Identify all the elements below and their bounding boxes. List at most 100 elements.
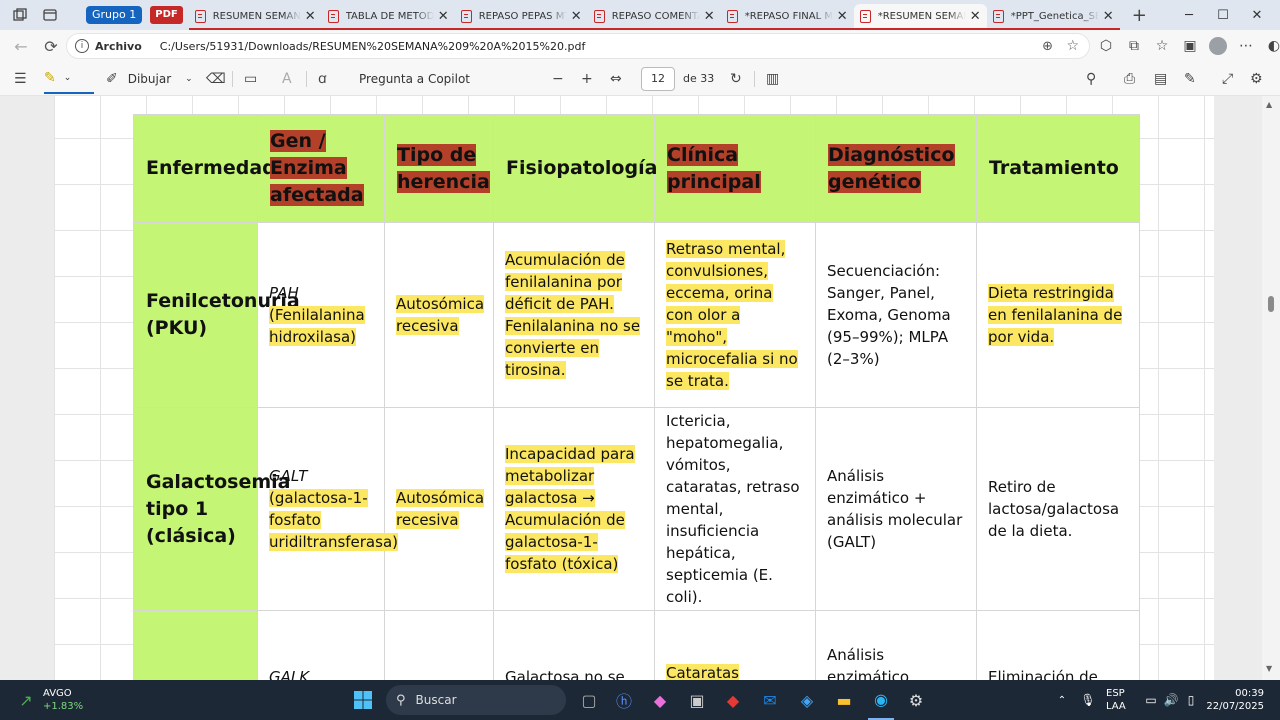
new-tab-button[interactable]: + bbox=[1132, 5, 1147, 26]
table-header-row: Enfermedad Gen / Enzima afectada Tipo de… bbox=[133, 114, 1140, 223]
text-format-icon[interactable]: A bbox=[282, 62, 292, 96]
highlight-tool[interactable]: ✎ ⌄ bbox=[44, 64, 94, 94]
ask-copilot-button[interactable]: Pregunta a Copilot bbox=[359, 62, 470, 96]
collections-icon[interactable]: ▣ bbox=[1176, 32, 1204, 60]
tab-label: REPASO COMENTADO bbox=[611, 10, 700, 22]
zoom-in-icon[interactable]: + bbox=[581, 62, 593, 96]
profile-avatar[interactable] bbox=[1204, 32, 1232, 60]
clock[interactable]: 00:39 22/07/2025 bbox=[1200, 687, 1264, 713]
close-tab-icon[interactable]: ✕ bbox=[704, 9, 715, 24]
scroll-down-arrow-icon[interactable]: ▼ bbox=[1266, 664, 1272, 673]
inheritance-cell bbox=[384, 610, 494, 691]
taskbar: ↗ AVGO +1.83% ⚲ Buscar ▢ ⓗ ◆ ▣ ◆ ✉ ◈ ▬ ◉… bbox=[0, 680, 1280, 720]
browser-tab[interactable]: REPASO PEPAS MT ✕ bbox=[454, 4, 588, 30]
network-icon[interactable]: ▭ bbox=[1142, 680, 1160, 720]
favorite-star-icon[interactable]: ☆ bbox=[1066, 38, 1079, 54]
search-icon[interactable]: ⚲ bbox=[1086, 62, 1096, 96]
close-tab-icon[interactable]: ✕ bbox=[305, 9, 316, 24]
stock-change: +1.83% bbox=[43, 701, 84, 712]
clinical-cell: Retraso mental, convulsiones, eccema, or… bbox=[654, 222, 816, 408]
settings-icon[interactable]: ⚙ bbox=[1250, 62, 1263, 96]
disease-cell: Fenilcetonuria (PKU) bbox=[133, 222, 300, 408]
scrollbar-thumb[interactable] bbox=[1268, 296, 1274, 312]
dropbox-icon[interactable]: ◈ bbox=[796, 680, 818, 720]
tab-group-pill[interactable]: Grupo 1 bbox=[86, 6, 143, 24]
close-tab-icon[interactable]: ✕ bbox=[571, 9, 582, 24]
contents-icon[interactable]: ☰ bbox=[14, 62, 27, 96]
page-number-input[interactable]: 12 bbox=[641, 67, 675, 91]
start-windows-icon[interactable] bbox=[350, 680, 376, 720]
refresh-icon[interactable]: ⟳ bbox=[38, 33, 64, 59]
tab-label: REPASO PEPAS MT bbox=[478, 10, 567, 22]
volume-icon[interactable]: 🔊 bbox=[1162, 680, 1180, 720]
header-diagnosis: Diagnóstico genético bbox=[815, 114, 977, 223]
file-explorer-icon[interactable]: ▬ bbox=[833, 680, 855, 720]
page-view-icon[interactable]: ▥ bbox=[766, 62, 779, 96]
physio-cell: Galactosa no se bbox=[493, 610, 655, 691]
tab-label: TABLA DE METODOLOGIA bbox=[345, 10, 434, 22]
browser-tab[interactable]: *PPT_Genetica_SEMANA ✕ bbox=[986, 4, 1120, 30]
zoom-out-icon[interactable]: − bbox=[552, 62, 564, 96]
browser-tab[interactable]: REPASO COMENTADO ✕ bbox=[587, 4, 721, 30]
fit-page-icon[interactable]: ⇔ bbox=[610, 62, 622, 96]
split-screen-icon[interactable]: ⧉ bbox=[1120, 32, 1148, 60]
close-tab-icon[interactable]: ✕ bbox=[438, 9, 449, 24]
treatment-cell: Eliminación de bbox=[976, 610, 1140, 691]
tab-actions-icon[interactable] bbox=[40, 5, 60, 25]
red-app-icon[interactable]: ◆ bbox=[722, 680, 744, 720]
language-indicator[interactable]: ESP LAA bbox=[1106, 687, 1126, 713]
copilot-app-icon[interactable]: ◆ bbox=[649, 680, 671, 720]
table-row: GALK Galactosa no se Cataratas Análisis … bbox=[133, 610, 1140, 691]
draw-tool[interactable]: ✐ Dibujar ⌄ bbox=[106, 62, 193, 96]
eraser-icon[interactable]: ⌫ bbox=[206, 62, 226, 96]
extensions-icon[interactable]: ⬡ bbox=[1092, 32, 1120, 60]
close-tab-icon[interactable]: ✕ bbox=[970, 9, 981, 24]
close-tab-icon[interactable]: ✕ bbox=[837, 9, 848, 24]
pdf-file-icon bbox=[194, 9, 206, 23]
save-as-icon[interactable]: ✎ bbox=[1184, 62, 1196, 96]
stock-widget[interactable]: AVGO +1.83% bbox=[43, 687, 83, 713]
physio-cell: Acumulación de fenilalanina por déficit … bbox=[493, 222, 655, 408]
browser-tab[interactable]: *REPASO FINAL MT ✕ bbox=[720, 4, 854, 30]
browser-tab[interactable]: RESUMEN SEMANA 9 ✕ bbox=[188, 4, 322, 30]
task-view-icon[interactable]: ▢ bbox=[578, 680, 600, 720]
workspaces-icon[interactable] bbox=[10, 5, 30, 25]
highlighter-icon: ✎ bbox=[44, 70, 56, 86]
zoom-icon[interactable]: ⊕ bbox=[1042, 39, 1053, 54]
header-physiopathology: Fisiopatología bbox=[493, 114, 657, 223]
url-field[interactable]: i Archivo C:/Users/51931/Downloads/RESUM… bbox=[66, 33, 1090, 59]
more-menu-icon[interactable]: ⋯ bbox=[1232, 32, 1260, 60]
browser-tab[interactable]: TABLA DE METODOLOGIA ✕ bbox=[321, 4, 455, 30]
close-window-button[interactable]: ✕ bbox=[1234, 0, 1280, 30]
disease-cell: Galactosemia tipo 1 (clásica) bbox=[133, 407, 290, 611]
settings-app-icon[interactable]: ⚙ bbox=[905, 680, 927, 720]
print-icon[interactable]: ⎙ bbox=[1124, 62, 1135, 96]
browser-tab[interactable]: *RESUMEN SEMANA ✕ bbox=[853, 4, 987, 30]
copilot-icon[interactable]: ◐ bbox=[1260, 32, 1280, 60]
favorites-icon[interactable]: ☆ bbox=[1148, 32, 1176, 60]
read-aloud-icon[interactable]: ꭤ bbox=[318, 62, 327, 96]
close-tab-icon[interactable]: ✕ bbox=[1103, 9, 1114, 24]
store-icon[interactable]: ▣ bbox=[686, 680, 708, 720]
outlook-icon[interactable]: ✉ bbox=[759, 680, 781, 720]
fullscreen-icon[interactable]: ⤢ bbox=[1222, 62, 1233, 96]
vertical-scrollbar[interactable]: ▲ ▼ bbox=[1262, 96, 1280, 680]
tray-chevron-icon[interactable]: ⌃ bbox=[1054, 680, 1070, 720]
pdf-group-pill[interactable]: PDF bbox=[150, 6, 183, 24]
info-icon[interactable]: i bbox=[75, 39, 89, 53]
edge-browser-icon[interactable]: ◉ bbox=[868, 680, 894, 720]
battery-icon[interactable]: ▯ bbox=[1182, 680, 1200, 720]
add-text-icon[interactable]: ▭ bbox=[244, 62, 257, 96]
stock-trend-icon: ↗ bbox=[19, 690, 33, 710]
url-text[interactable]: C:/Users/51931/Downloads/RESUMEN%20SEMAN… bbox=[160, 40, 586, 53]
microphone-icon[interactable]: 🎙 bbox=[1080, 680, 1096, 720]
hp-app-icon[interactable]: ⓗ bbox=[613, 680, 635, 720]
scroll-up-arrow-icon[interactable]: ▲ bbox=[1266, 100, 1272, 109]
taskbar-search[interactable]: ⚲ Buscar bbox=[386, 685, 566, 715]
rotate-icon[interactable]: ↻ bbox=[730, 62, 742, 96]
header-disease: Enfermedad bbox=[133, 114, 276, 223]
save-icon[interactable]: ▤ bbox=[1154, 62, 1167, 96]
tab-label: *REPASO FINAL MT bbox=[744, 10, 833, 22]
back-arrow-icon[interactable]: ← bbox=[8, 33, 34, 59]
tab-label: *PPT_Genetica_SEMANA bbox=[1010, 10, 1099, 22]
